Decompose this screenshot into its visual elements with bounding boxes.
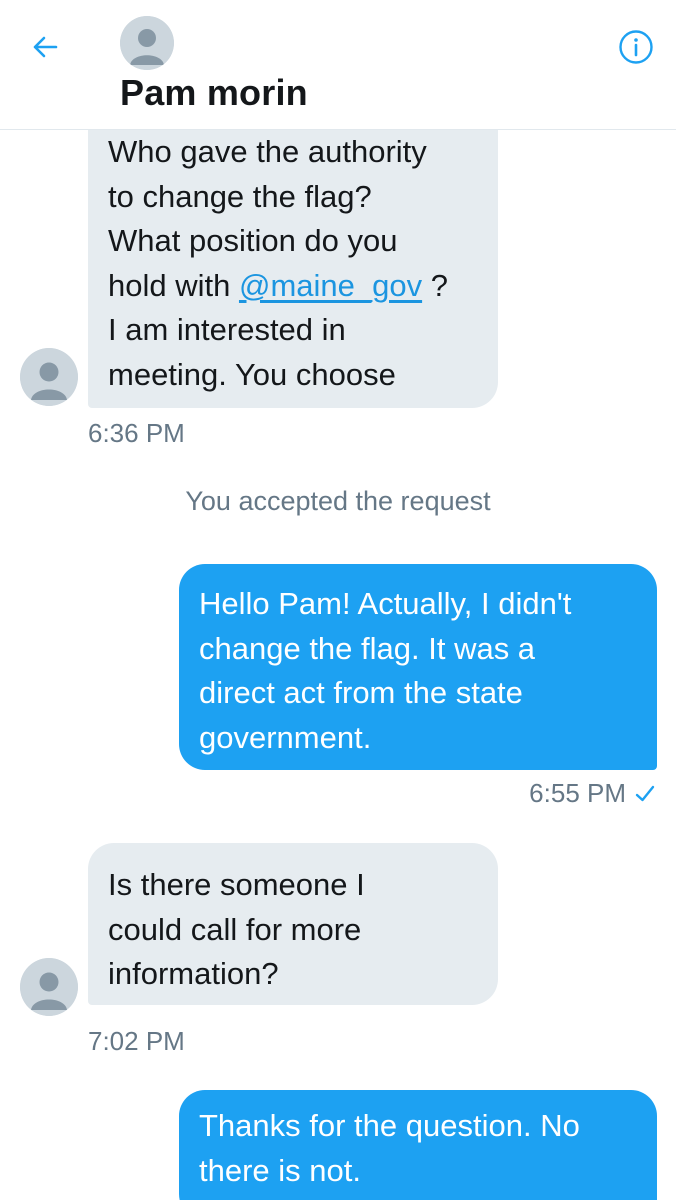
default-avatar-icon [120,16,174,70]
sender-avatar[interactable] [20,348,78,406]
message-timestamp: 7:02 PM [88,1026,185,1056]
outgoing-message-bubble[interactable]: Hello Pam! Actually, I didn't change the… [179,564,657,770]
conversation-header: Pam morin [0,0,676,130]
incoming-message-bubble[interactable]: Is there someone I could call for more i… [88,843,498,1005]
default-avatar-icon [20,958,78,1016]
dm-conversation-screen: Who gave the authority to change the fla… [0,0,676,1200]
info-circle-icon [619,30,653,64]
mention-link[interactable]: @maine_gov [239,268,422,303]
back-button[interactable] [22,24,68,70]
arrow-left-icon [33,36,58,58]
message-timestamp: 6:36 PM [88,418,185,448]
incoming-message-bubble[interactable]: Who gave the authority to change the fla… [88,108,498,408]
message-text: Hello Pam! Actually, I didn't change the… [199,586,572,755]
message-timestamp: 6:55 PM [529,778,626,808]
message-timestamp-row: 6:55 PM [529,778,656,809]
contact-avatar[interactable] [120,16,174,70]
sender-avatar[interactable] [20,958,78,1016]
message-text: Is there someone I could call for more i… [108,867,365,991]
request-accepted-notice: You accepted the request [185,486,491,516]
contact-name[interactable]: Pam morin [120,72,308,114]
default-avatar-icon [20,348,78,406]
conversation-info-button[interactable] [614,25,658,69]
checkmark-icon [635,785,655,801]
outgoing-message-bubble[interactable]: Thanks for the question. No there is not… [179,1090,657,1200]
message-text: Thanks for the question. No there is not… [199,1108,580,1188]
